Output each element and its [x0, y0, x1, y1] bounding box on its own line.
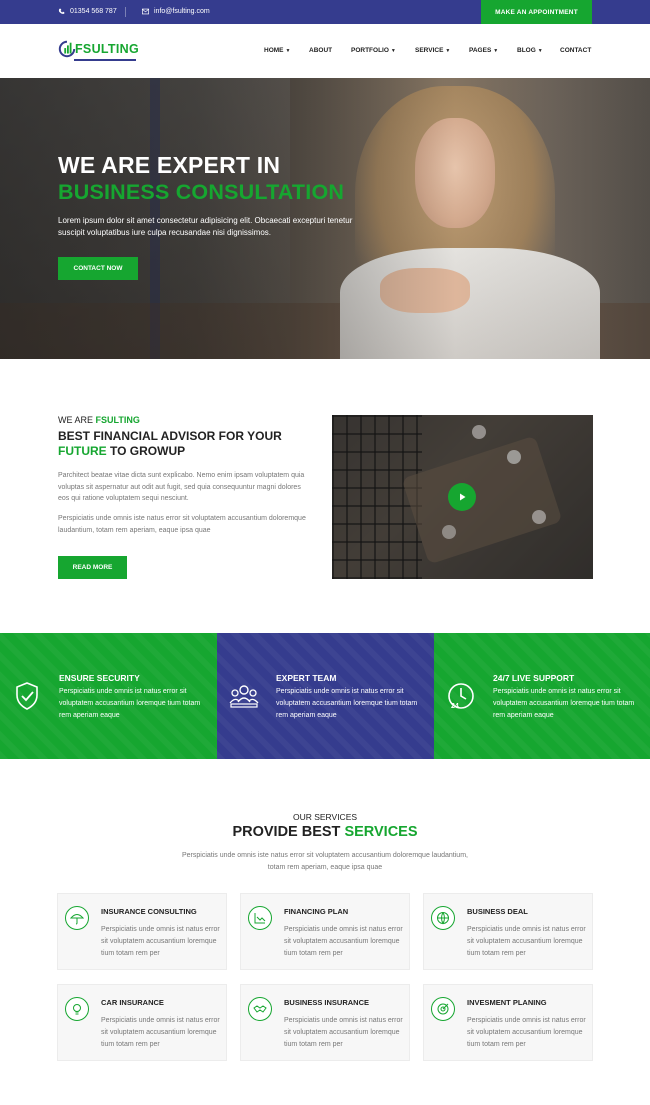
phone-contact[interactable]: 01354 568 787 — [58, 8, 117, 15]
phone-icon — [58, 8, 65, 14]
hero-title-line1: WE ARE EXPERT IN — [58, 152, 281, 178]
services-title-part1: PROVIDE BEST — [232, 824, 341, 840]
clock-24-icon: 24 — [448, 683, 474, 710]
feature-text: Perspiciatis unde omnis ist natus error … — [493, 688, 635, 719]
globe-icon — [431, 906, 455, 930]
service-text: Perspiciatis unde omnis ist natus error … — [101, 926, 220, 957]
service-title: INVESMENT PLANING — [467, 998, 547, 1007]
chevron-down-icon: ▼ — [445, 47, 451, 54]
service-title: BUSINESS INSURANCE — [284, 998, 370, 1007]
service-card-car-insurance[interactable]: CAR INSURANCE Perspiciatis unde omnis is… — [57, 984, 227, 1061]
target-icon — [431, 997, 455, 1021]
about-heading: BEST FINANCIAL ADVISOR FOR YOUR FUTURE T… — [58, 429, 318, 459]
hero-title-line2: BUSINESS CONSULTATION — [58, 180, 345, 204]
umbrella-icon — [65, 906, 89, 930]
hero-description: Lorem ipsum dolor sit amet consectetur a… — [58, 216, 353, 237]
service-title: FINANCING PLAN — [284, 907, 349, 916]
about-paragraph-2: Perspiciatis unde omnis iste natus error… — [58, 515, 306, 534]
phone-number: 01354 568 787 — [70, 8, 117, 15]
services-title: PROVIDE BEST SERVICES — [0, 824, 650, 840]
service-card-investment-planning[interactable]: INVESMENT PLANING Perspiciatis unde omni… — [423, 984, 593, 1061]
about-heading-part2: TO GROWUP — [110, 444, 186, 458]
nav-label: HOME — [264, 47, 284, 54]
main-navbar: FSULTING HOME ▼ ABOUT PORTFOLIO ▼ SERVICE ▼… — [0, 24, 650, 78]
nav-label: CONTACT — [560, 47, 592, 54]
feature-title: 24/7 LIVE SUPPORT — [493, 673, 575, 683]
feature-text: Perspiciatis unde omnis ist natus error … — [59, 688, 201, 719]
service-card-insurance-consulting[interactable]: INSURANCE CONSULTING Perspiciatis unde o… — [57, 893, 227, 970]
nav-item-home[interactable]: HOME ▼ — [264, 47, 290, 54]
service-text: Perspiciatis unde omnis ist natus error … — [101, 1017, 220, 1048]
feature-title: ENSURE SECURITY — [59, 673, 140, 683]
team-icon — [229, 685, 259, 708]
about-kicker-brand: FSULTING — [95, 415, 140, 425]
play-button[interactable] — [448, 483, 476, 511]
hero-banner: WE ARE EXPERT IN BUSINESS CONSULTATION L… — [0, 78, 650, 359]
chevron-down-icon: ▼ — [285, 47, 291, 54]
logo-underline — [74, 59, 136, 61]
make-appointment-button[interactable]: MAKE AN APPOINTMENT — [481, 0, 592, 24]
logo-mark-icon — [58, 40, 76, 58]
lightbulb-icon — [65, 997, 89, 1021]
envelope-icon — [142, 8, 149, 15]
chevron-down-icon: ▼ — [493, 47, 499, 54]
service-card-financing-plan[interactable]: FINANCING PLAN Perspiciatis unde omnis i… — [240, 893, 410, 970]
contact-now-button[interactable]: CONTACT NOW — [58, 257, 138, 280]
nav-item-blog[interactable]: BLOG ▼ — [517, 47, 543, 54]
nav-label: BLOG — [517, 47, 536, 54]
nav-label: PAGES — [469, 47, 492, 54]
feature-title: EXPERT TEAM — [276, 673, 337, 683]
chevron-down-icon: ▼ — [537, 47, 543, 54]
services-subtitle: Perspiciatis unde omnis iste natus error… — [182, 852, 468, 871]
chevron-down-icon: ▼ — [390, 47, 396, 54]
feature-ensure-security: ENSURE SECURITY Perspiciatis unde omnis … — [0, 633, 217, 759]
service-card-business-deal[interactable]: BUSINESS DEAL Perspiciatis unde omnis is… — [423, 893, 593, 970]
nav-item-pages[interactable]: PAGES ▼ — [469, 47, 498, 54]
service-text: Perspiciatis unde omnis ist natus error … — [284, 926, 403, 957]
feature-expert-team: EXPERT TEAM Perspiciatis unde omnis ist … — [217, 633, 434, 759]
logo[interactable]: FSULTING — [58, 40, 139, 61]
about-heading-highlight: FUTURE — [58, 444, 107, 458]
top-bar: 01354 568 787 info@fsulting.com MAKE AN … — [0, 0, 650, 24]
service-text: Perspiciatis unde omnis ist natus error … — [284, 1017, 403, 1048]
services-title-highlight: SERVICES — [344, 824, 418, 840]
nav-item-portfolio[interactable]: PORTFOLIO ▼ — [351, 47, 396, 54]
nav-item-contact[interactable]: CONTACT — [560, 47, 591, 54]
read-more-button[interactable]: READ MORE — [58, 556, 127, 579]
handshake-icon — [248, 997, 272, 1021]
email-address: info@fsulting.com — [154, 8, 210, 15]
service-title: BUSINESS DEAL — [467, 907, 528, 916]
services-kicker: OUR SERVICES — [292, 812, 358, 822]
email-contact[interactable]: info@fsulting.com — [142, 8, 210, 15]
nav-item-about[interactable]: ABOUT — [309, 47, 332, 54]
play-icon — [460, 493, 466, 501]
service-text: Perspiciatis unde omnis ist natus error … — [467, 1017, 586, 1048]
service-title: CAR INSURANCE — [101, 998, 164, 1007]
about-kicker: WE ARE FSULTING — [58, 415, 140, 425]
feature-live-support: 24 24/7 LIVE SUPPORT Perspiciatis unde o… — [434, 633, 650, 759]
nav-label: ABOUT — [309, 47, 333, 54]
service-title: INSURANCE CONSULTING — [101, 907, 197, 916]
about-kicker-prefix: WE ARE — [58, 415, 94, 425]
service-card-business-insurance[interactable]: BUSINESS INSURANCE Perspiciatis unde omn… — [240, 984, 410, 1061]
svg-text:24: 24 — [451, 703, 459, 710]
nav-label: SERVICE — [415, 47, 444, 54]
feature-text: Perspiciatis unde omnis ist natus error … — [276, 688, 418, 719]
chart-icon — [248, 906, 272, 930]
logo-text: FSULTING — [75, 42, 139, 56]
nav-label: PORTFOLIO — [351, 47, 389, 54]
about-paragraph-1: Parchitect beatae vitae dicta sunt expli… — [58, 472, 305, 502]
shield-check-icon — [16, 682, 38, 710]
topbar-divider — [125, 7, 126, 17]
nav-item-service[interactable]: SERVICE ▼ — [415, 47, 450, 54]
service-text: Perspiciatis unde omnis ist natus error … — [467, 926, 586, 957]
about-heading-part1: BEST FINANCIAL ADVISOR FOR YOUR — [58, 429, 282, 443]
